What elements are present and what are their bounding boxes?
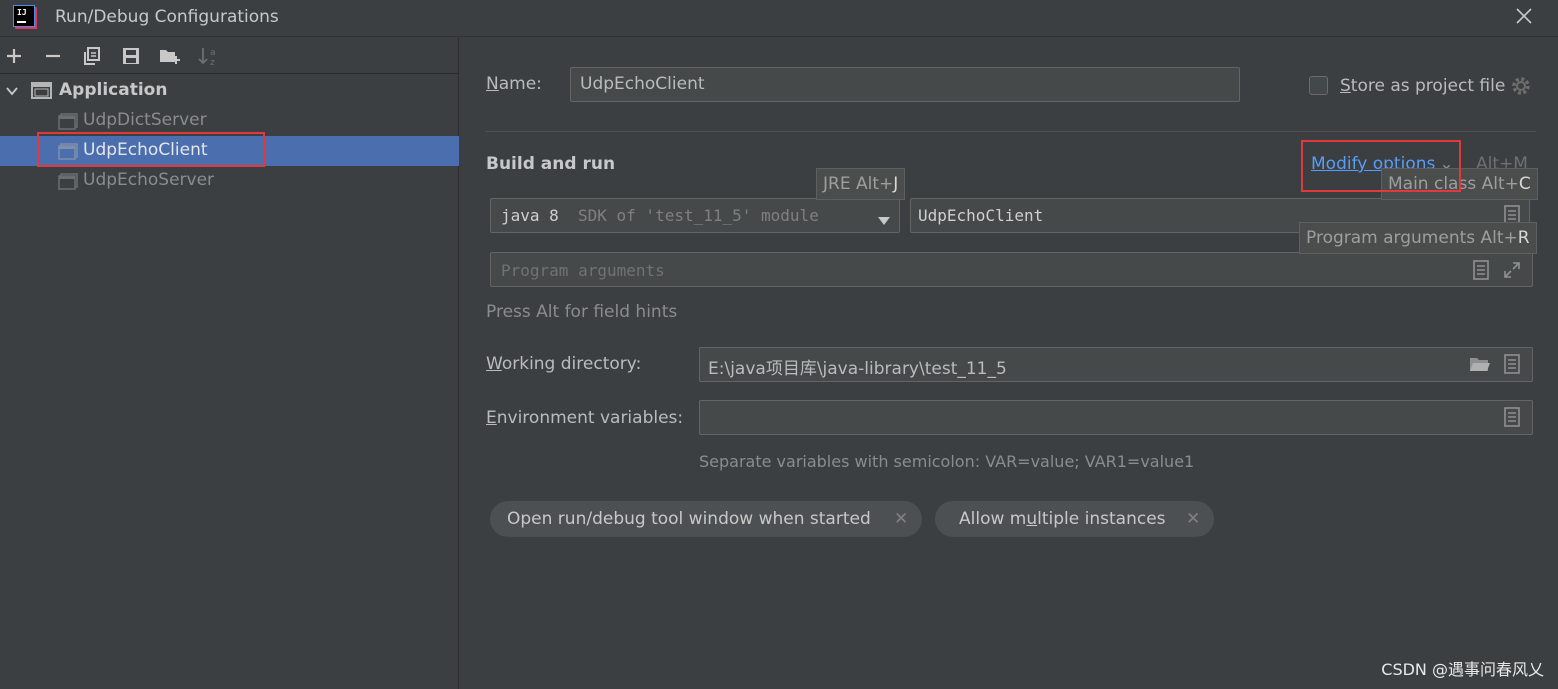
jre-select-value: java 8	[501, 206, 559, 225]
program-args-hint-prefix: Program arguments Alt+	[1306, 228, 1518, 248]
app-icon-text: IJ	[17, 8, 27, 17]
main-class-hint-key: C	[1518, 174, 1531, 194]
tree-item-label: UdpEchoServer	[83, 170, 215, 190]
configurations-tree-pane: az Application UdpDictServer UdpEchoClie…	[0, 38, 459, 689]
dropdown-arrow-icon[interactable]	[877, 211, 891, 230]
edit-text-icon[interactable]	[1472, 260, 1492, 280]
folder-icon[interactable]	[1469, 355, 1490, 375]
jre-hint-tooltip: JRE Alt+J	[816, 168, 906, 200]
program-arguments-input[interactable]: Program arguments	[490, 252, 1533, 287]
svg-text:z: z	[210, 58, 215, 66]
highlight-box	[37, 132, 265, 167]
gear-icon[interactable]	[1510, 75, 1532, 101]
remove-chip-icon[interactable]: ✕	[894, 509, 908, 529]
press-alt-hint: Press Alt for field hints	[486, 302, 678, 322]
environment-variables-label: Environment variables:	[486, 408, 683, 428]
sort-icon[interactable]: az	[198, 45, 220, 67]
name-input-value: UdpEchoClient	[580, 74, 705, 94]
remove-chip-icon[interactable]: ✕	[1186, 509, 1200, 529]
program-arguments-hint-tooltip: Program arguments Alt+R	[1299, 222, 1537, 254]
expand-icon[interactable]	[1502, 260, 1522, 280]
title-bar: IJ Run/Debug Configurations	[0, 0, 1558, 37]
option-chip-allow-multiple-instances[interactable]: Allow multiple instances ✕	[935, 501, 1214, 537]
program-args-hint-key: R	[1517, 228, 1530, 248]
new-folder-icon[interactable]	[159, 45, 181, 67]
environment-variables-hint: Separate variables with semicolon: VAR=v…	[699, 452, 1195, 471]
main-class-value: UdpEchoClient	[918, 206, 1044, 225]
tree-group-label: Application	[59, 80, 168, 100]
jre-hint-prefix: JRE Alt+	[823, 174, 894, 194]
tree-item-label: UdpDictServer	[83, 110, 207, 130]
name-label-mnemonic: N	[486, 74, 499, 94]
separator	[486, 131, 1536, 132]
section-title: Build and run	[486, 154, 616, 174]
chip-label-part-b: ltiple instances	[1037, 509, 1166, 529]
application-icon	[31, 82, 52, 99]
store-as-project-file-checkbox[interactable]	[1309, 76, 1328, 95]
env-label-text: nvironment variables:	[496, 408, 684, 428]
working-directory-label: Working directory:	[486, 354, 641, 374]
jre-hint-key: J	[893, 174, 899, 194]
option-chip-label: Allow multiple instances	[959, 509, 1166, 529]
tree-group-application[interactable]: Application	[0, 76, 459, 106]
chevron-down-icon[interactable]	[5, 83, 19, 102]
config-icon	[58, 173, 78, 190]
edit-text-icon[interactable]	[1503, 407, 1523, 427]
chip-label-mnemonic: u	[1026, 509, 1038, 529]
close-icon[interactable]	[1512, 4, 1536, 28]
edit-text-icon[interactable]	[1503, 354, 1523, 374]
configuration-editor: Name: UdpEchoClient Store as project fil…	[460, 38, 1558, 689]
program-arguments-placeholder: Program arguments	[501, 261, 665, 280]
highlight-box	[1301, 140, 1461, 192]
env-label-mnemonic: E	[486, 408, 497, 428]
tree-item[interactable]: UdpEchoServer	[0, 166, 459, 196]
option-chip-open-tool-window[interactable]: Open run/debug tool window when started …	[490, 501, 922, 537]
name-label-text: ame:	[498, 74, 542, 94]
config-icon	[58, 113, 78, 130]
option-chip-label: Open run/debug tool window when started	[507, 509, 871, 529]
copy-icon[interactable]	[81, 45, 103, 67]
tree-toolbar: az	[0, 38, 459, 74]
chip-label-part-a: Allow m	[959, 509, 1027, 529]
watermark: CSDN @遇事问春风乂	[1381, 660, 1544, 679]
intellij-app-icon: IJ	[13, 5, 35, 27]
svg-text:a: a	[210, 48, 216, 58]
window-title: Run/Debug Configurations	[55, 7, 279, 27]
environment-variables-input[interactable]	[699, 400, 1533, 435]
add-icon[interactable]	[3, 45, 25, 67]
store-label-text: tore as project file	[1350, 76, 1506, 96]
working-directory-input[interactable]: E:\java项目库\java-library\test_11_5	[699, 347, 1533, 382]
workdir-label-mnemonic: W	[486, 354, 502, 374]
jre-select-detail: SDK of 'test_11_5' module	[578, 206, 819, 225]
workdir-label-text: orking directory:	[501, 354, 642, 374]
remove-icon[interactable]	[42, 45, 64, 67]
jre-select[interactable]: java 8 SDK of 'test_11_5' module	[490, 198, 900, 233]
name-input[interactable]: UdpEchoClient	[570, 67, 1240, 102]
save-icon[interactable]	[120, 45, 142, 67]
name-label: Name:	[486, 74, 542, 94]
store-as-project-file-label[interactable]: Store as project file	[1340, 76, 1505, 96]
working-directory-value: E:\java项目库\java-library\test_11_5	[708, 359, 1007, 379]
store-label-mnemonic: S	[1340, 76, 1351, 96]
